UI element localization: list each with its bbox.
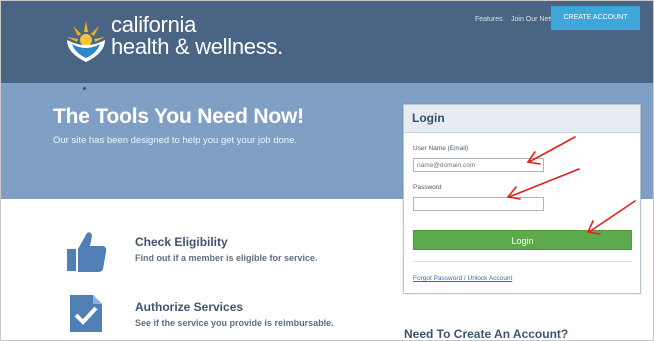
login-panel-header: Login — [404, 105, 640, 133]
divider — [413, 261, 632, 262]
password-input[interactable] — [413, 197, 544, 211]
feature-title-authorize-services[interactable]: Authorize Services — [135, 300, 243, 314]
login-button[interactable]: Login — [413, 230, 632, 250]
feature-title-check-eligibility[interactable]: Check Eligibility — [135, 235, 228, 249]
login-title: Login — [412, 111, 445, 125]
nav-link-features[interactable]: Features — [475, 16, 503, 23]
thumbs-up-icon — [67, 232, 107, 272]
hero-subtitle: Our site has been designed to help you g… — [53, 135, 298, 146]
hero-title: The Tools You Need Now! — [53, 105, 304, 128]
create-account-button[interactable]: CREATE ACCOUNT — [551, 6, 640, 30]
password-label: Password — [413, 184, 442, 191]
feature-desc-check-eligibility: Find out if a member is eligible for ser… — [135, 253, 318, 263]
forgot-password-link[interactable]: Forgot Password / Unlock Account — [413, 275, 512, 282]
site-header: california health & wellness. Features J… — [1, 1, 653, 83]
login-panel: Login User Name (Email) Password Login F… — [403, 104, 641, 294]
logo[interactable]: california health & wellness. — [63, 13, 303, 73]
username-input[interactable] — [413, 158, 544, 172]
checklist-icon — [70, 295, 102, 332]
sun-logo-icon — [67, 21, 105, 62]
create-account-heading: Need To Create An Account? — [404, 327, 569, 341]
feature-desc-authorize-services: See if the service you provide is reimbu… — [135, 318, 334, 328]
logo-text-health-wellness: health & wellness. — [111, 34, 283, 59]
page-frame: california health & wellness. Features J… — [0, 0, 654, 341]
username-label: User Name (Email) — [413, 145, 469, 152]
decorative-dot — [83, 87, 86, 90]
